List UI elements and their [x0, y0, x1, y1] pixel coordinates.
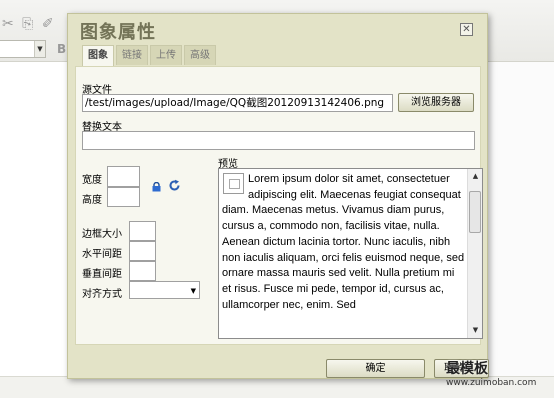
bold-button[interactable]: B: [57, 42, 66, 56]
dialog-title: 图象属性: [80, 22, 156, 43]
width-input[interactable]: [107, 166, 140, 187]
source-url-input[interactable]: /test/images/upload/Image/QQ截图2012091314…: [82, 94, 393, 112]
tab-image[interactable]: 图象: [82, 45, 114, 66]
hspace-label: 水平间距: [82, 249, 122, 260]
scroll-up-icon[interactable]: ▲: [468, 169, 482, 184]
alt-text-input[interactable]: [82, 131, 475, 150]
image-placeholder-icon: [223, 173, 244, 194]
width-label: 宽度: [82, 175, 102, 186]
ok-button[interactable]: 确定: [326, 359, 425, 378]
chevron-down-icon: ▼: [190, 287, 196, 295]
scroll-thumb[interactable]: [469, 191, 481, 233]
vspace-input[interactable]: [129, 261, 156, 281]
tab-advanced[interactable]: 高级: [184, 45, 216, 65]
watermark-brand: 最模板: [446, 361, 488, 377]
align-label: 对齐方式: [82, 289, 122, 300]
preview-content: Lorem ipsum dolor sit amet, consectetuer…: [222, 172, 466, 313]
align-select[interactable]: ▼: [129, 281, 200, 299]
format-combo[interactable]: ▼: [0, 40, 46, 58]
vspace-label: 垂直间距: [82, 269, 122, 280]
close-icon[interactable]: ✕: [460, 23, 473, 36]
height-input[interactable]: [107, 187, 140, 207]
tab-link[interactable]: 链接: [116, 45, 148, 65]
lock-icon[interactable]: [152, 182, 161, 192]
editor-area: [486, 62, 554, 376]
height-label: 高度: [82, 195, 102, 206]
tab-bar: 图象 链接 上传 高级: [82, 45, 218, 66]
toolbar-icons[interactable]: ✂ ⎘ ✐: [2, 16, 56, 32]
browse-server-button[interactable]: 浏览服务器: [398, 93, 474, 112]
watermark-url: www.zuimoban.com: [446, 378, 537, 388]
tab-upload[interactable]: 上传: [150, 45, 182, 65]
image-properties-dialog: 图象属性 ✕ 图象 链接 上传 高级 源文件 /test/images/uplo…: [67, 13, 489, 379]
reset-size-icon[interactable]: [168, 179, 181, 192]
scroll-down-icon[interactable]: ▼: [468, 323, 482, 338]
hspace-input[interactable]: [129, 241, 156, 261]
border-label: 边框大小: [82, 229, 122, 240]
preview-box: Lorem ipsum dolor sit amet, consectetuer…: [218, 168, 483, 339]
border-input[interactable]: [129, 221, 156, 241]
chevron-down-icon[interactable]: ▼: [34, 41, 45, 57]
preview-scrollbar[interactable]: ▲ ▼: [467, 169, 482, 338]
preview-text: Lorem ipsum dolor sit amet, consectetuer…: [222, 173, 465, 311]
image-tab-panel: 源文件 /test/images/upload/Image/QQ截图201209…: [75, 66, 483, 345]
